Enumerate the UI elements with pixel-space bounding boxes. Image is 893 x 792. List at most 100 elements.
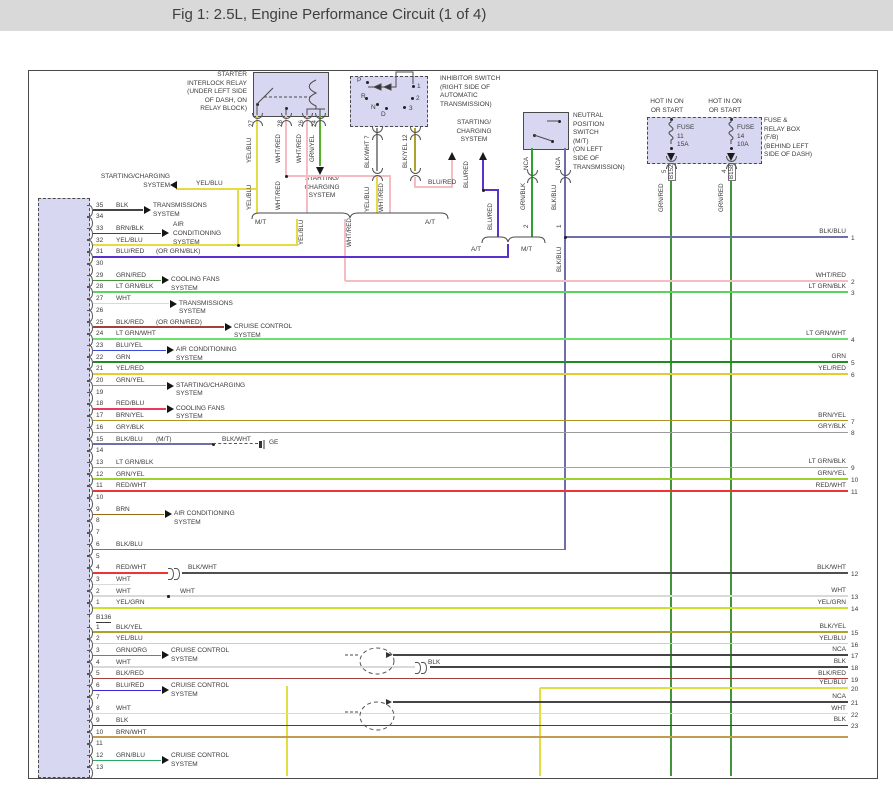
right-wire-label: LT GRN/BLK <box>700 458 846 466</box>
wire <box>93 736 848 738</box>
inline-connector <box>302 120 313 126</box>
connector-pin <box>87 369 93 381</box>
junction-dot <box>533 134 536 137</box>
starter-relay-label: STARTERINTERLOCK RELAY(UNDER LEFT SIDEOF… <box>153 71 247 114</box>
wire <box>93 666 415 668</box>
right-pin-number: 4 <box>851 337 855 345</box>
wire <box>93 244 297 246</box>
connector-pin <box>87 357 93 369</box>
wire-label: N <box>371 104 376 112</box>
wire <box>93 467 848 469</box>
inline-connector <box>372 175 383 181</box>
pin-number: 34 <box>96 213 103 221</box>
wire <box>93 303 169 305</box>
right-wire-label: NCA <box>700 646 846 654</box>
inline-connector <box>666 163 677 169</box>
wire <box>93 514 164 516</box>
junction-dot <box>730 147 733 150</box>
vertical-wire-label: YEL/BLU <box>247 185 253 210</box>
wire <box>93 385 166 387</box>
wire-color-label: WHT <box>180 588 195 596</box>
right-wire-label: YEL/GRN <box>700 599 846 607</box>
connector-pin <box>87 697 93 709</box>
connector-pin <box>87 662 93 674</box>
arrow-right-icon <box>225 323 232 331</box>
wire-label: A/T <box>471 246 481 254</box>
wire <box>93 631 848 633</box>
wire <box>670 166 672 776</box>
connector-pin <box>87 767 93 779</box>
inline-connector <box>372 127 383 133</box>
vertical-wire-label: WHT/RED <box>276 134 282 163</box>
fuse-relay-box-label: FUSE &RELAY BOX(F/B)(BEHIND LEFTSIDE OF … <box>764 117 844 160</box>
wire <box>389 176 391 213</box>
wire <box>93 607 848 609</box>
connector-pin <box>87 345 93 357</box>
engine-connector <box>38 198 90 778</box>
wire <box>93 373 848 375</box>
junction-dot <box>285 107 288 110</box>
wire <box>93 549 565 551</box>
junction-dot <box>730 118 733 121</box>
wire-label: BLU/RED <box>428 179 456 187</box>
right-pin-number: 20 <box>851 686 858 694</box>
pin-number: 10 <box>96 494 103 502</box>
junction-dot <box>670 118 673 121</box>
fuse-label: FUSE1410A <box>737 124 767 150</box>
arrow-right-icon <box>386 699 392 705</box>
wire <box>93 420 848 422</box>
starting-charging-system-label: STARTING/CHARGINGSYSTEM <box>294 175 350 201</box>
pin-number: 11 <box>96 740 103 748</box>
inline-connector <box>726 163 737 169</box>
inline-connector <box>281 113 292 119</box>
vertical-wire-label: YEL/BLU <box>247 138 253 163</box>
junction-dot <box>411 97 414 100</box>
junction-dot <box>670 147 673 150</box>
inline-connector <box>410 127 421 133</box>
inline-connector <box>560 177 571 183</box>
wire <box>93 280 161 282</box>
vertical-wire-label: GRN/RED <box>659 183 665 212</box>
arrow-left-icon <box>170 181 177 189</box>
right-wire-label: YEL/BLU <box>700 635 846 643</box>
connector-pin <box>87 334 93 346</box>
junction-dot <box>167 595 170 598</box>
inline-connector <box>281 120 292 126</box>
system-destination-label: AIRCONDITIONINGSYSTEM <box>173 221 243 247</box>
pin-number: 5 <box>96 553 100 561</box>
hot-in-on-label: HOT IN ONOR START <box>702 98 748 115</box>
connector-pin <box>87 392 93 404</box>
inline-connector <box>421 662 427 674</box>
junction-dot <box>365 97 368 100</box>
arrow-right-icon <box>144 206 151 214</box>
junction-dot <box>412 85 415 88</box>
connector-pin <box>87 205 93 217</box>
connector-pin <box>87 556 93 568</box>
wire <box>93 725 848 727</box>
connector-pin <box>87 287 93 299</box>
connector-pin <box>87 217 93 229</box>
wire <box>93 572 168 574</box>
wire <box>93 584 130 586</box>
wire <box>182 572 848 574</box>
pin-number: 14 <box>96 447 103 455</box>
right-wire-label: YEL/BLU <box>700 679 846 687</box>
connector-pin <box>87 404 93 416</box>
vertical-wire-label: NCA <box>556 157 562 170</box>
screenshot-root: Fig 1: 2.5L, Engine Performance Circuit … <box>0 0 893 792</box>
inhibitor-switch-label: INHIBITOR SWITCH(RIGHT SIDE OFAUTOMATICT… <box>440 75 510 109</box>
wire <box>345 280 848 282</box>
right-pin-number: 7 <box>851 419 855 427</box>
wire <box>93 432 848 434</box>
wire <box>93 209 143 211</box>
right-pin-number: 11 <box>851 489 858 497</box>
vertical-wire-label: WHT/RED <box>297 134 303 163</box>
vertical-wire-label: WHT/RED <box>276 181 282 210</box>
inline-connector <box>372 134 383 140</box>
connector-pin <box>87 509 93 521</box>
wire <box>497 190 499 237</box>
junction-dot <box>403 106 406 109</box>
connector-pin <box>87 427 93 439</box>
arrow-right-icon <box>165 510 172 518</box>
connector-pin <box>87 579 93 591</box>
